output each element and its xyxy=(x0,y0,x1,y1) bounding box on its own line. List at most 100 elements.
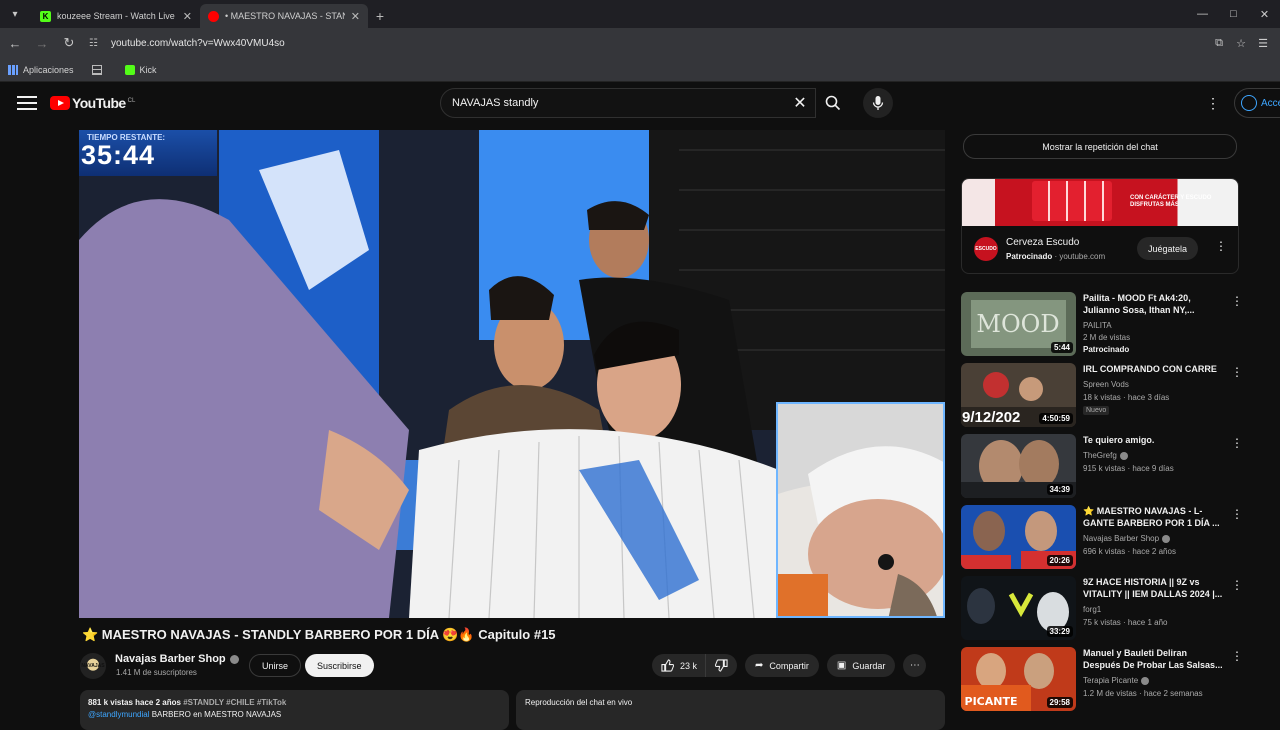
rec-channel[interactable]: forg1 xyxy=(1083,605,1101,614)
rec-channel[interactable]: PAILITA xyxy=(1083,321,1112,330)
new-badge: Nuevo xyxy=(1083,406,1110,415)
video-thumbnail[interactable]: PICANTE 29:58 xyxy=(961,647,1076,711)
url-field[interactable]: ☷ youtube.com/watch?v=Wwx40VMU4so xyxy=(89,32,1208,54)
save-button[interactable]: ▣ Guardar xyxy=(826,654,896,677)
video-thumbnail[interactable]: MOOD 5:44 xyxy=(961,292,1076,356)
recommendation-item[interactable]: MOOD 5:44 Pailita - MOOD Ft Ak4:20, Juli… xyxy=(961,292,1261,356)
channel-avatar[interactable]: NAVAJAS xyxy=(80,653,106,679)
subscriber-count: 1.41 M de suscriptores xyxy=(116,668,197,677)
minimize-icon[interactable]: — xyxy=(1187,0,1218,28)
browser-tab-strip: ▾ K kouzeee Stream - Watch Live o ✕ • MA… xyxy=(0,0,1280,28)
subscribe-button[interactable]: Suscribirse xyxy=(305,654,374,677)
window-controls: — □ ✕ xyxy=(1187,0,1280,28)
new-tab-button[interactable]: + xyxy=(368,4,392,28)
rec-meta: 75 k vistas · hace 1 año xyxy=(1083,618,1168,627)
browser-tab-kick[interactable]: K kouzeee Stream - Watch Live o ✕ xyxy=(32,4,200,28)
ad-logo: ESCUDO xyxy=(974,237,998,261)
ad-domain: youtube.com xyxy=(1059,252,1106,261)
site-info-icon[interactable]: ☷ xyxy=(89,38,105,49)
clear-search-icon[interactable]: ✕ xyxy=(785,93,815,113)
sponsored-label: Patrocinado xyxy=(1006,252,1053,261)
description-line: @standlymundial BARBERO en MAESTRO NAVAJ… xyxy=(88,710,501,719)
bookmark-icon: ▣ xyxy=(836,660,847,671)
channel-name: Navajas Barber Shop xyxy=(115,653,226,665)
recommendation-item[interactable]: 34:39 Te quiero amigo. TheGrefg 915 k vi… xyxy=(961,434,1261,498)
install-app-icon[interactable]: ⧉ xyxy=(1208,37,1230,50)
tab-search-icon[interactable]: ▾ xyxy=(4,3,26,25)
like-button[interactable]: 23 k xyxy=(652,654,707,677)
youtube-logo[interactable]: YouTube CL xyxy=(50,95,135,111)
rec-more-icon[interactable]: ⋮ xyxy=(1231,578,1243,592)
sign-in-button[interactable]: Acce xyxy=(1234,88,1280,118)
rec-channel[interactable]: Navajas Barber Shop xyxy=(1083,534,1171,543)
close-tab-icon[interactable]: ✕ xyxy=(183,10,192,23)
maximize-icon[interactable]: □ xyxy=(1218,0,1249,28)
youtube-wordmark: YouTube xyxy=(72,95,126,111)
forward-icon[interactable]: → xyxy=(30,31,54,55)
video-thumbnail[interactable]: 33:29 xyxy=(961,576,1076,640)
description-text: BARBERO en MAESTRO NAVAJAS xyxy=(151,710,282,719)
voice-search-button[interactable] xyxy=(863,88,893,118)
bookmark-kick[interactable]: Kick xyxy=(124,64,157,75)
sponsored-label: Patrocinado xyxy=(1083,345,1130,354)
show-chat-replay-button[interactable]: Mostrar la repetición del chat xyxy=(963,134,1237,159)
channel-name-link[interactable]: Navajas Barber Shop xyxy=(115,653,239,665)
bookmark-label: Aplicaciones xyxy=(23,64,74,75)
share-button[interactable]: ➦ Compartir xyxy=(745,654,819,677)
reading-list-icon[interactable]: ☰ xyxy=(1252,37,1274,50)
tab-title: kouzeee Stream - Watch Live o xyxy=(57,11,177,21)
live-chat-replay-box[interactable]: Reproducción del chat en vivo xyxy=(516,690,945,730)
video-thumbnail[interactable]: 20:26 xyxy=(961,505,1076,569)
timer-value: 35:44 xyxy=(81,140,156,170)
address-bar-row: ← → ↻ ☷ youtube.com/watch?v=Wwx40VMU4so … xyxy=(0,28,1280,58)
ad-banner-image: CON CARÁCTER Y ESCUDO DISFRUTAS MÁS xyxy=(962,179,1238,226)
sponsored-ad-card[interactable]: CON CARÁCTER Y ESCUDO DISFRUTAS MÁS ESCU… xyxy=(961,178,1239,274)
rec-more-icon[interactable]: ⋮ xyxy=(1231,649,1243,663)
ad-banner-text: CON CARÁCTER Y ESCUDO DISFRUTAS MÁS xyxy=(1130,195,1212,208)
browser-tab-youtube[interactable]: • MAESTRO NAVAJAS - STANDL ✕ xyxy=(200,4,368,28)
rec-channel[interactable]: TheGrefg xyxy=(1083,451,1128,460)
search-button[interactable] xyxy=(816,88,850,118)
ad-more-icon[interactable]: ⋮ xyxy=(1215,239,1227,253)
haircut-inset-image xyxy=(776,402,945,618)
rec-title: 9Z HACE HISTORIA || 9Z vs VITALITY || IE… xyxy=(1083,577,1223,599)
recommendation-item[interactable]: PICANTE 29:58 Manuel y Bauleti Deliran D… xyxy=(961,647,1261,711)
bookmark-grid[interactable] xyxy=(91,64,107,75)
bookmark-apps[interactable]: Aplicaciones xyxy=(8,64,74,75)
join-button[interactable]: Unirse xyxy=(249,654,302,677)
settings-kebab-icon[interactable]: ⋮ xyxy=(1206,95,1220,112)
kick-favicon-icon: K xyxy=(40,10,51,22)
verified-icon xyxy=(1162,534,1171,543)
rec-more-icon[interactable]: ⋮ xyxy=(1231,507,1243,521)
search-input[interactable]: NAVAJAS standly ✕ xyxy=(440,88,816,118)
hashtags[interactable]: #STANDLY #CHILE #TikTok xyxy=(183,698,286,707)
verified-icon xyxy=(229,654,239,664)
video-thumbnail[interactable]: 9/12/202 4:50:59 xyxy=(961,363,1076,427)
rec-channel[interactable]: Spreen Vods xyxy=(1083,380,1129,389)
rec-more-icon[interactable]: ⋮ xyxy=(1231,436,1243,450)
recommendation-item[interactable]: 33:29 9Z HACE HISTORIA || 9Z vs VITALITY… xyxy=(961,576,1261,640)
recommendation-item[interactable]: 9/12/202 4:50:59 IRL COMPRANDO CON CARRE… xyxy=(961,363,1261,427)
rec-channel[interactable]: Terapia Picante xyxy=(1083,676,1150,685)
close-tab-icon[interactable]: ✕ xyxy=(351,10,360,23)
youtube-masthead: YouTube CL NAVAJAS standly ✕ ⋮ Acce xyxy=(0,83,1280,123)
duration-badge: 34:39 xyxy=(1046,484,1073,495)
video-thumbnail[interactable]: 34:39 xyxy=(961,434,1076,498)
rec-meta: 1.2 M de vistas · hace 2 semanas xyxy=(1083,689,1203,698)
back-icon[interactable]: ← xyxy=(3,31,27,55)
video-player[interactable]: TIEMPO RESTANTE: 35:44 xyxy=(79,130,945,618)
reload-icon[interactable]: ↻ xyxy=(57,31,81,55)
description-box[interactable]: 881 k vistas hace 2 años #STANDLY #CHILE… xyxy=(80,690,509,730)
ad-cta-button[interactable]: Juégatela xyxy=(1137,237,1199,260)
rec-more-icon[interactable]: ⋮ xyxy=(1231,365,1243,379)
recommendation-item[interactable]: 20:26 ⭐ MAESTRO NAVAJAS - L-GANTE BARBER… xyxy=(961,505,1261,569)
verified-icon xyxy=(1141,676,1150,685)
bookmark-star-icon[interactable]: ☆ xyxy=(1230,37,1252,50)
close-window-icon[interactable]: ✕ xyxy=(1249,0,1280,28)
rec-more-icon[interactable]: ⋮ xyxy=(1231,294,1243,308)
more-actions-button[interactable]: ⋯ xyxy=(903,654,927,677)
mention-link[interactable]: @standlymundial xyxy=(88,710,149,719)
menu-icon[interactable] xyxy=(17,96,37,110)
dislike-button[interactable] xyxy=(706,654,737,677)
rec-meta: 18 k vistas · hace 3 días xyxy=(1083,393,1170,402)
